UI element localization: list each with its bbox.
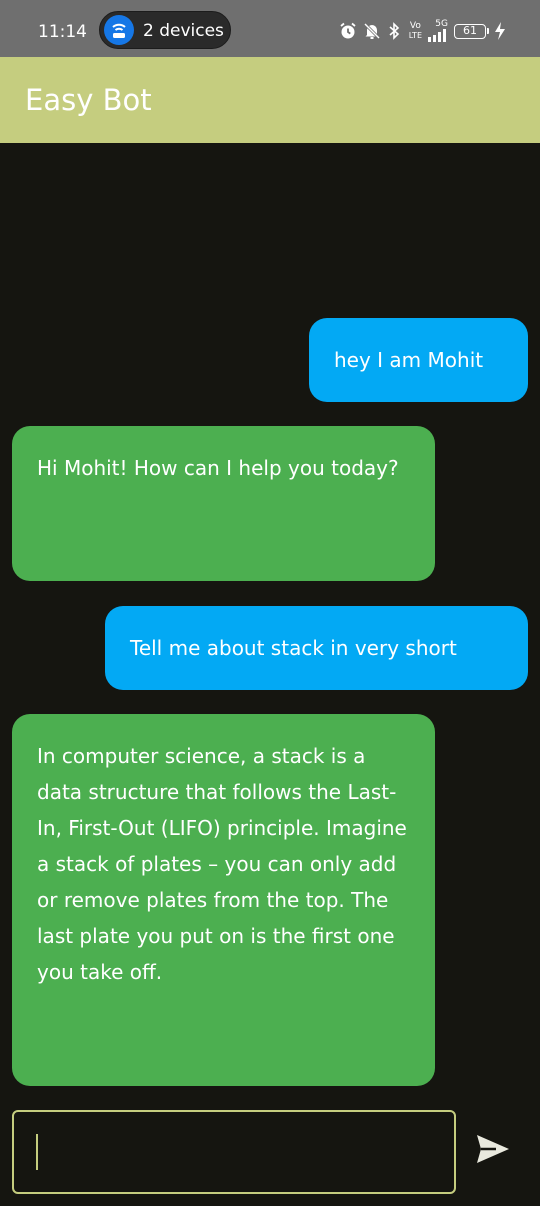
- send-button[interactable]: [468, 1126, 518, 1176]
- bluetooth-icon: [387, 22, 403, 40]
- text-cursor: [36, 1134, 38, 1170]
- message-input[interactable]: [12, 1110, 456, 1194]
- bot-message-bubble: In computer science, a stack is a data s…: [12, 714, 435, 1086]
- send-icon: [476, 1134, 510, 1168]
- signal-5g-icon: 5G: [428, 20, 448, 42]
- network-type: 5G: [435, 19, 448, 29]
- user-message-bubble: hey I am Mohit: [309, 318, 528, 402]
- hotspot-icon: [104, 15, 134, 45]
- app-bar: Easy Bot: [0, 57, 540, 143]
- chat-screen: 11:14 2 devices Vo LTE 5G 61 Easy Bot he…: [0, 0, 540, 1206]
- bot-message-bubble: Hi Mohit! How can I help you today?: [12, 426, 435, 581]
- hotspot-indicator[interactable]: 2 devices: [99, 11, 231, 49]
- user-message-bubble: Tell me about stack in very short: [105, 606, 528, 690]
- volte-icon: Vo LTE: [408, 21, 422, 41]
- status-time: 11:14: [38, 22, 87, 42]
- battery-icon: 61: [454, 23, 489, 39]
- volte-lte: LTE: [408, 31, 422, 40]
- status-bar: 11:14 2 devices Vo LTE 5G 61: [0, 0, 540, 57]
- hotspot-label: 2 devices: [143, 21, 224, 41]
- app-title: Easy Bot: [25, 83, 152, 117]
- alarm-icon: [339, 22, 357, 40]
- volte-vo: Vo: [409, 21, 421, 31]
- bell-off-icon: [363, 22, 381, 40]
- charging-icon: [494, 22, 506, 40]
- status-icons: Vo LTE 5G 61: [339, 17, 506, 45]
